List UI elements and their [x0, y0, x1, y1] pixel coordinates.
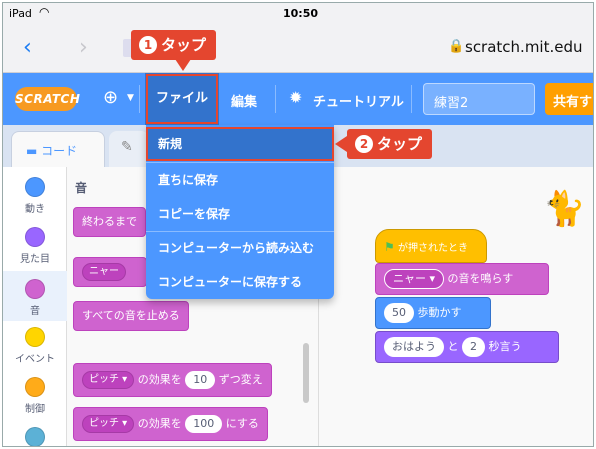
file-dropdown-menu: 新規 直ちに保存 コピーを保存 コンピューターから読み込む コンピューターに保存… [146, 125, 334, 299]
effect-dropdown[interactable]: ピッチ ▾ [82, 415, 135, 433]
seconds-input[interactable]: 2 [462, 337, 485, 357]
code-blocks-icon: ▬ [26, 144, 42, 158]
callout-step-2: 2 タップ [347, 129, 433, 159]
tab-code[interactable]: ▬ コード [11, 131, 105, 167]
control-dot-icon [25, 377, 45, 397]
url-text[interactable]: scratch.mit.edu [465, 38, 583, 56]
status-bar: iPad ◠ 10:50 [3, 3, 593, 25]
move-steps-block[interactable]: 50 歩動かす [375, 297, 491, 329]
menu-divider [411, 85, 412, 113]
block-set-effect[interactable]: ピッチ ▾ の効果を 100 にする [73, 407, 268, 441]
start-sound-block[interactable]: ニャー ▾ の音を鳴らす [375, 263, 549, 295]
callout-label: タップ [161, 36, 207, 54]
wifi-icon: ◠ [39, 5, 50, 19]
block-text: すべての音を止める [82, 309, 180, 322]
device-label: iPad [9, 7, 32, 20]
block-change-effect[interactable]: ピッチ ▾ の効果を 10 ずつ変え [73, 363, 272, 397]
project-title-input[interactable]: 練習2 [423, 83, 535, 115]
scratch-menu-bar: SCRATCH ⊕ ▼ ファイル 編集 ✹ チュートリアル 練習2 共有す [3, 73, 593, 125]
sound-dot-icon [25, 279, 45, 299]
globe-icon[interactable]: ⊕ [103, 87, 118, 108]
callout-label: タップ [377, 135, 423, 153]
palette-scrollbar[interactable] [303, 343, 309, 403]
category-sound[interactable]: 音 [3, 271, 67, 321]
tab-costumes[interactable]: ✎ [109, 131, 149, 167]
category-looks[interactable]: 見た目 [3, 227, 67, 265]
clock: 10:50 [283, 7, 319, 20]
block-stop-all-sounds[interactable]: すべての音を止める [73, 301, 189, 331]
brush-icon: ✎ [121, 139, 133, 155]
callout-arrow-left-icon [335, 136, 347, 152]
block-text: が押されたとき [397, 243, 468, 254]
block-text: 秒言う [488, 340, 522, 353]
menu-item-save-to-computer[interactable]: コンピューターに保存する [146, 265, 334, 299]
menu-item-save-now[interactable]: 直ちに保存 [146, 163, 334, 197]
effect-value-input[interactable]: 10 [185, 371, 216, 389]
category-events[interactable]: イベント [3, 327, 67, 365]
looks-dot-icon [25, 227, 45, 247]
category-label: イベント [15, 354, 55, 365]
menu-item-new[interactable]: 新規 [146, 127, 334, 161]
category-menu: 動き 見た目 音 イベント 制御 [3, 167, 67, 446]
say-for-secs-block[interactable]: おはよう と 2 秒言う [375, 331, 559, 363]
caret-down-icon[interactable]: ▼ [127, 93, 134, 103]
file-menu-button[interactable]: ファイル [145, 73, 219, 125]
sensing-dot-icon [25, 427, 45, 446]
palette-section-title: 音 [75, 181, 88, 195]
block-text: 終わるまで [82, 215, 137, 228]
lock-icon: 🔒 [448, 39, 465, 54]
block-play-until-done[interactable]: 終わるまで [73, 207, 146, 237]
tab-code-label: コード [41, 144, 78, 158]
block-text: にする [225, 417, 259, 430]
lightbulb-icon[interactable]: ✹ [289, 88, 302, 107]
green-flag-icon: ⚑ [384, 240, 395, 254]
menu-item-save-copy[interactable]: コピーを保存 [146, 197, 334, 231]
block-sound-menu[interactable]: ニャー [73, 257, 147, 287]
category-label: 動き [25, 204, 45, 215]
block-text: ずつ変え [218, 373, 263, 386]
step-number-badge: 2 [355, 135, 373, 153]
effect-dropdown[interactable]: ピッチ ▾ [82, 371, 135, 389]
callout-step-1: 1 タップ [131, 30, 217, 60]
share-button[interactable]: 共有す [545, 83, 593, 115]
message-input[interactable]: おはよう [384, 337, 444, 357]
menu-divider [275, 85, 276, 113]
block-text: と [447, 340, 459, 353]
edit-menu-button[interactable]: 編集 [231, 91, 257, 110]
scratch-cat-sprite-icon: 🐈 [543, 189, 586, 229]
sound-dropdown[interactable]: ニャー [82, 263, 126, 281]
block-text: 歩動かす [417, 306, 462, 319]
motion-dot-icon [25, 177, 45, 197]
step-number-badge: 1 [139, 36, 157, 54]
screenshot-frame: iPad ◠ 10:50 ‹ › 🔒 scratch.mit.edu SCRAT… [2, 2, 594, 447]
category-label: 見た目 [20, 254, 50, 265]
events-dot-icon [25, 327, 45, 347]
callout-arrow-down-icon [175, 59, 191, 71]
forward-chevron-icon[interactable]: › [79, 35, 88, 60]
block-text: の効果を [137, 373, 182, 386]
browser-toolbar: ‹ › 🔒 scratch.mit.edu [3, 25, 593, 73]
block-text: の音を鳴らす [447, 272, 514, 285]
category-control[interactable]: 制御 [3, 377, 67, 415]
when-flag-clicked-block[interactable]: ⚑ が押されたとき [375, 229, 487, 263]
menu-divider [139, 85, 140, 113]
steps-input[interactable]: 50 [384, 303, 414, 323]
effect-value-input[interactable]: 100 [185, 415, 223, 433]
tutorials-button[interactable]: チュートリアル [313, 91, 404, 110]
category-sensing[interactable] [3, 427, 67, 446]
scratch-logo[interactable]: SCRATCH [15, 87, 80, 111]
back-chevron-icon[interactable]: ‹ [23, 35, 32, 60]
category-motion[interactable]: 動き [3, 177, 67, 215]
menu-item-load-from-computer[interactable]: コンピューターから読み込む [146, 231, 334, 265]
block-text: の効果を [137, 417, 182, 430]
category-label: 音 [30, 306, 40, 317]
sound-dropdown[interactable]: ニャー ▾ [384, 269, 445, 289]
category-label: 制御 [25, 404, 45, 415]
